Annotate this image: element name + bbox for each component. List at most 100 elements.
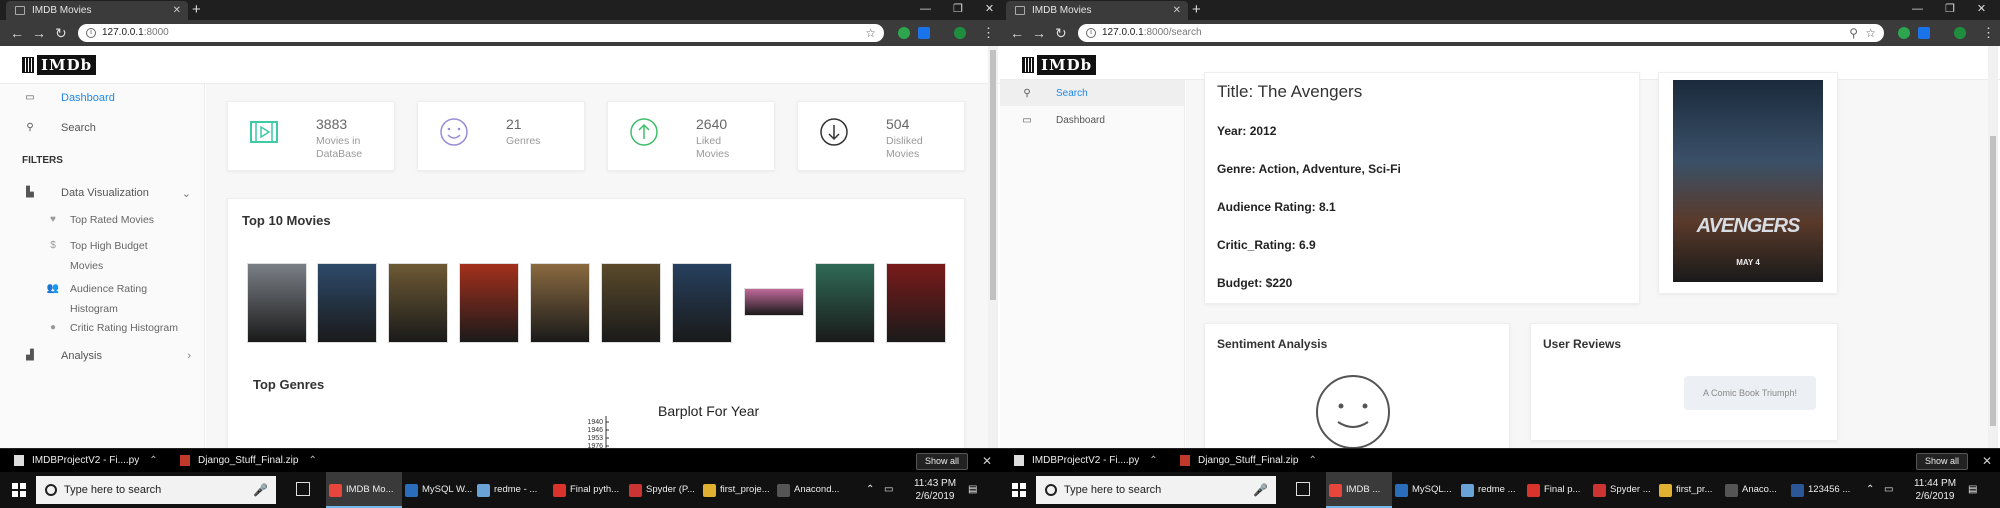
sidebar-subitem-top-rated[interactable]: ♥ Top Rated Movies bbox=[50, 214, 154, 226]
taskbar-search[interactable]: Type here to search 🎤 bbox=[1036, 476, 1276, 504]
clock[interactable]: 11:44 PM 2/6/2019 bbox=[1910, 477, 1960, 505]
close-window-icon[interactable]: ✕ bbox=[1977, 0, 1986, 20]
close-window-icon[interactable]: ✕ bbox=[985, 0, 994, 20]
sidebar-item-dashboard[interactable]: ▭ Dashboard bbox=[1022, 115, 1105, 126]
page-scrollbar[interactable] bbox=[988, 46, 998, 448]
movie-poster[interactable] bbox=[815, 263, 875, 343]
download-item[interactable]: Django_Stuff_Final.zip ⌃ bbox=[1180, 453, 1317, 469]
forward-icon[interactable]: → bbox=[1032, 23, 1046, 43]
taskbar-app[interactable]: redme ... bbox=[1458, 472, 1524, 508]
menu-icon[interactable]: ⋮ bbox=[982, 23, 995, 43]
restore-icon[interactable]: ❐ bbox=[953, 0, 963, 20]
extension-icon[interactable] bbox=[898, 27, 910, 39]
sidebar-subitem-critic-histogram[interactable]: ● Critic Rating Histogram bbox=[50, 322, 178, 334]
bookmark-star-icon[interactable]: ☆ bbox=[865, 24, 876, 42]
microphone-icon[interactable]: 🎤 bbox=[253, 476, 268, 504]
chevron-up-icon[interactable]: ⌃ bbox=[308, 455, 316, 466]
chevron-up-icon[interactable]: ⌃ bbox=[1308, 455, 1316, 466]
download-item[interactable]: IMDBProjectV2 - Fi....py ⌃ bbox=[1014, 453, 1158, 469]
sidebar-item-search[interactable]: ⚲ Search bbox=[26, 122, 96, 134]
taskbar-search[interactable]: Type here to search 🎤 bbox=[36, 476, 276, 504]
show-all-button[interactable]: Show all bbox=[916, 453, 969, 470]
extension-icon[interactable] bbox=[1898, 27, 1910, 39]
info-icon[interactable]: i bbox=[1086, 28, 1096, 38]
sidebar-subitem-top-budget[interactable]: $ Top High Budget Movies bbox=[50, 236, 170, 276]
windows-start-icon[interactable] bbox=[1012, 483, 1026, 497]
page-scrollbar[interactable] bbox=[1988, 46, 1998, 448]
movie-poster[interactable] bbox=[247, 263, 307, 343]
extension-icon[interactable] bbox=[954, 27, 966, 39]
network-icon[interactable]: ▭ bbox=[1884, 472, 1893, 508]
taskbar-app[interactable]: Final pyth... bbox=[550, 472, 626, 508]
sidebar-item-search[interactable]: ⚲ Search bbox=[1023, 88, 1087, 99]
taskbar-app[interactable]: MySQL... bbox=[1392, 472, 1458, 508]
scrollbar-thumb[interactable] bbox=[990, 50, 996, 300]
show-all-button[interactable]: Show all bbox=[1916, 453, 1969, 470]
movie-poster[interactable] bbox=[388, 263, 448, 343]
movie-poster[interactable] bbox=[530, 263, 590, 343]
browser-tab[interactable]: IMDB Movies ✕ bbox=[1006, 1, 1188, 20]
taskbar-app[interactable]: IMDB Mo... bbox=[326, 472, 402, 508]
close-downloads-icon[interactable]: ✕ bbox=[1982, 453, 1992, 469]
taskbar-app[interactable]: 123456 ... bbox=[1788, 472, 1854, 508]
clock[interactable]: 11:43 PM 2/6/2019 bbox=[910, 477, 960, 505]
windows-start-icon[interactable] bbox=[12, 483, 26, 497]
url-field[interactable]: i 127.0.0.1:8000/search ⚲ ☆ bbox=[1078, 24, 1884, 42]
reload-icon[interactable]: ↻ bbox=[55, 23, 67, 43]
restore-icon[interactable]: ❐ bbox=[1945, 0, 1955, 20]
taskbar-app[interactable]: IMDB ... bbox=[1326, 472, 1392, 508]
zoom-icon[interactable]: ⚲ bbox=[1849, 24, 1858, 42]
back-icon[interactable]: ← bbox=[10, 23, 24, 43]
taskbar-app[interactable]: Spyder ... bbox=[1590, 472, 1656, 508]
tray-chevron-icon[interactable]: ⌃ bbox=[866, 472, 874, 508]
chevron-up-icon[interactable]: ⌃ bbox=[1149, 455, 1157, 466]
sidebar-item-dashboard[interactable]: ▭ Dashboard bbox=[25, 92, 115, 104]
task-view-icon[interactable] bbox=[296, 482, 310, 496]
bookmark-star-icon[interactable]: ☆ bbox=[1865, 24, 1876, 42]
imdb-logo[interactable]: IMDb bbox=[1022, 54, 1097, 75]
extension-icon[interactable] bbox=[1918, 27, 1930, 39]
task-view-icon[interactable] bbox=[1296, 482, 1310, 496]
download-item[interactable]: IMDBProjectV2 - Fi....py ⌃ bbox=[14, 453, 158, 469]
movie-poster[interactable] bbox=[886, 263, 946, 343]
minimize-icon[interactable]: — bbox=[920, 0, 931, 20]
taskbar-app[interactable]: redme - ... bbox=[474, 472, 550, 508]
extension-icon[interactable] bbox=[1954, 27, 1966, 39]
taskbar-app[interactable]: Anaco... bbox=[1722, 472, 1788, 508]
microphone-icon[interactable]: 🎤 bbox=[1253, 476, 1268, 504]
taskbar-app[interactable]: first_proje... bbox=[700, 472, 774, 508]
sidebar-item-data-visualization[interactable]: ▙ Data Visualization ⌄ bbox=[26, 187, 191, 200]
taskbar-app[interactable]: Anacond... bbox=[774, 472, 846, 508]
new-tab-button[interactable]: + bbox=[1192, 1, 1201, 19]
download-item[interactable]: Django_Stuff_Final.zip ⌃ bbox=[180, 453, 317, 469]
info-icon[interactable]: i bbox=[86, 28, 96, 38]
taskbar-app[interactable]: Spyder (P... bbox=[626, 472, 700, 508]
taskbar-app[interactable]: MySQL W... bbox=[402, 472, 474, 508]
minimize-icon[interactable]: — bbox=[1912, 0, 1923, 20]
scrollbar-thumb[interactable] bbox=[1990, 136, 1996, 426]
extension-icon[interactable] bbox=[918, 27, 930, 39]
sidebar-subitem-audience-histogram[interactable]: 👥 Audience Rating Histogram bbox=[47, 279, 170, 319]
forward-icon[interactable]: → bbox=[32, 23, 46, 43]
new-tab-button[interactable]: + bbox=[192, 1, 201, 19]
menu-icon[interactable]: ⋮ bbox=[1982, 23, 1995, 43]
sidebar-item-analysis[interactable]: ▟ Analysis › bbox=[26, 350, 191, 362]
reload-icon[interactable]: ↻ bbox=[1055, 23, 1067, 43]
tray-chevron-icon[interactable]: ⌃ bbox=[1866, 472, 1874, 508]
taskbar-app[interactable]: first_pr... bbox=[1656, 472, 1722, 508]
taskbar-app[interactable]: Final p... bbox=[1524, 472, 1590, 508]
imdb-logo[interactable]: IMDb bbox=[22, 54, 97, 75]
movie-poster[interactable] bbox=[317, 263, 377, 343]
browser-tab[interactable]: IMDB Movies ✕ bbox=[6, 1, 188, 20]
movie-poster[interactable] bbox=[459, 263, 519, 343]
tab-close-icon[interactable]: ✕ bbox=[173, 1, 181, 20]
movie-poster[interactable] bbox=[744, 288, 804, 316]
url-field[interactable]: i 127.0.0.1:8000 ☆ bbox=[78, 24, 884, 42]
close-downloads-icon[interactable]: ✕ bbox=[982, 453, 992, 469]
tab-close-icon[interactable]: ✕ bbox=[1173, 1, 1181, 20]
notification-icon[interactable]: ▤ bbox=[968, 472, 977, 508]
notification-icon[interactable]: ▤ bbox=[1968, 472, 1977, 508]
back-icon[interactable]: ← bbox=[1010, 23, 1024, 43]
chevron-up-icon[interactable]: ⌃ bbox=[149, 455, 157, 466]
network-icon[interactable]: ▭ bbox=[884, 472, 893, 508]
